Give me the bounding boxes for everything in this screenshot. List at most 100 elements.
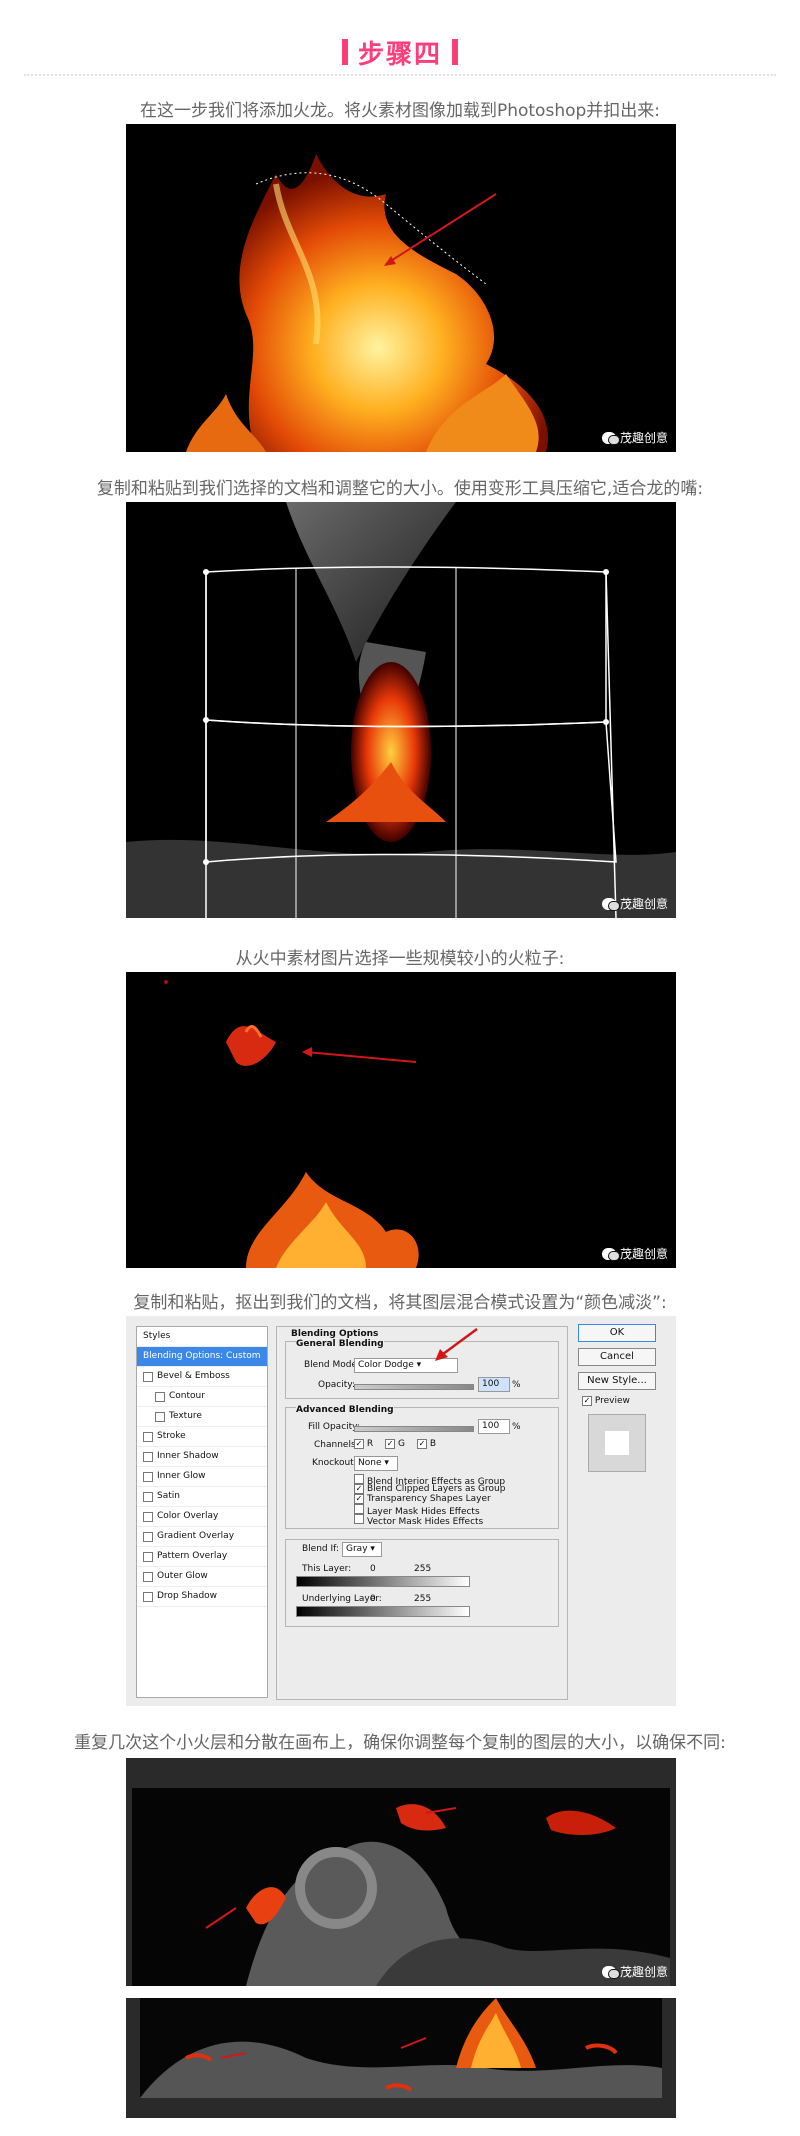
caption-1: 在这一步我们将添加火龙。将火素材图像加载到Photoshop并扣出来:: [139, 101, 661, 121]
general-blending-title: General Blending: [296, 1339, 384, 1349]
scattered-fire-illustration-1: [132, 1788, 670, 1986]
dotted-divider: [24, 74, 776, 76]
advanced-option-checkbox[interactable]: ✓ Blend Clipped Layers as Group: [354, 1484, 505, 1494]
channel-g-checkbox[interactable]: ✓ G: [385, 1439, 405, 1449]
annotation-arrow: [435, 1327, 478, 1361]
wechat-icon: [601, 897, 620, 911]
annotation-arrow: [305, 1051, 417, 1063]
blend-if-select[interactable]: Gray ▾: [342, 1542, 382, 1557]
style-item[interactable]: Blending Options: Custom: [137, 1347, 267, 1367]
advanced-option-label: Transparency Shapes Layer: [367, 1494, 491, 1504]
style-item-label: Color Overlay: [157, 1511, 219, 1521]
fill-opacity-input[interactable]: 100: [478, 1419, 510, 1434]
this-layer-label: This Layer:: [302, 1564, 352, 1574]
underlying-layer-gradient[interactable]: [296, 1606, 470, 1617]
blend-mode-label: Blend Mode:: [304, 1360, 361, 1370]
fire-particles-image: 茂趣创意: [126, 972, 676, 1268]
preview-checkbox[interactable]: ✓ Preview: [582, 1396, 630, 1406]
knockout-label: Knockout:: [312, 1458, 357, 1468]
opacity-label: Opacity:: [318, 1380, 355, 1390]
styles-header: Styles: [137, 1327, 267, 1347]
style-item-label: Inner Shadow: [157, 1451, 219, 1461]
blend-if-label: Blend If:: [302, 1544, 340, 1554]
style-checkbox[interactable]: [143, 1551, 153, 1562]
style-item[interactable]: Stroke: [137, 1427, 267, 1447]
style-item[interactable]: Color Overlay: [137, 1507, 267, 1527]
style-item-label: Contour: [169, 1391, 205, 1401]
accent-bar-left: [341, 39, 348, 65]
watermark: 茂趣创意: [601, 1245, 668, 1262]
opacity-slider[interactable]: [354, 1384, 474, 1390]
checkbox[interactable]: [354, 1514, 364, 1524]
wechat-icon: [601, 1965, 620, 1979]
opacity-input[interactable]: 100: [478, 1377, 510, 1392]
knockout-select[interactable]: None ▾: [354, 1456, 398, 1471]
checkbox[interactable]: [354, 1504, 364, 1514]
style-checkbox[interactable]: [143, 1571, 153, 1582]
style-item-label: Bevel & Emboss: [157, 1371, 230, 1381]
wechat-icon: [601, 1247, 620, 1261]
watermark: 茂趣创意: [601, 1963, 668, 1980]
channel-r-checkbox[interactable]: ✓ R: [354, 1439, 373, 1449]
advanced-option-label: Vector Mask Hides Effects: [367, 1517, 484, 1527]
style-item[interactable]: Drop Shadow: [137, 1587, 267, 1607]
style-checkbox[interactable]: [143, 1371, 153, 1382]
style-item[interactable]: Gradient Overlay: [137, 1527, 267, 1547]
style-item-label: Stroke: [157, 1431, 186, 1441]
style-item[interactable]: Contour: [137, 1387, 267, 1407]
style-checkbox[interactable]: [143, 1591, 153, 1602]
step-title: 步骤四: [357, 39, 442, 70]
channel-b-checkbox[interactable]: ✓ B: [417, 1439, 436, 1449]
style-checkbox[interactable]: [155, 1391, 165, 1402]
this-layer-gradient[interactable]: [296, 1576, 470, 1587]
style-checkbox[interactable]: [143, 1531, 153, 1542]
style-checkbox[interactable]: [155, 1411, 165, 1422]
advanced-checkbox-list: Blend Interior Effects as Group ✓ Blend Cl…: [354, 1474, 505, 1527]
advanced-blending-group: Advanced Blending Fill Opacity: 100 % Ch…: [285, 1405, 559, 1529]
scattered-fire-illustration-2: [140, 1998, 662, 2098]
new-style-button[interactable]: New Style...: [578, 1372, 656, 1390]
style-item[interactable]: Inner Shadow: [137, 1447, 267, 1467]
style-checkbox[interactable]: [143, 1471, 153, 1482]
style-item-label: Texture: [169, 1411, 202, 1421]
underlying-layer-min: 0: [370, 1594, 376, 1604]
style-checkbox[interactable]: [143, 1431, 153, 1442]
blending-panel: Blending Options General Blending Blend …: [276, 1326, 568, 1700]
layer-style-dialog: Styles Blending Options: Custom Bevel & E…: [126, 1316, 676, 1706]
channels-label: Channels:: [314, 1440, 359, 1450]
caption-2: 复制和粘贴到我们选择的文档和调整它的大小。使用变形工具压缩它,适合龙的嘴:: [96, 479, 704, 499]
style-item-label: Pattern Overlay: [157, 1551, 228, 1561]
cancel-button[interactable]: Cancel: [578, 1348, 656, 1366]
advanced-option-checkbox[interactable]: Blend Interior Effects as Group: [354, 1474, 505, 1487]
checkbox[interactable]: ✓: [354, 1484, 364, 1494]
advanced-blending-title: Advanced Blending: [296, 1405, 394, 1415]
ok-button[interactable]: OK: [578, 1324, 656, 1342]
style-item-label: Inner Glow: [157, 1471, 206, 1481]
preview-swatch: [588, 1414, 646, 1472]
advanced-option-checkbox[interactable]: Layer Mask Hides Effects: [354, 1504, 505, 1517]
advanced-option-checkbox[interactable]: Vector Mask Hides Effects: [354, 1514, 505, 1527]
scattered-fire-image-2: [126, 1998, 676, 2118]
style-item[interactable]: Inner Glow: [137, 1467, 267, 1487]
checkbox[interactable]: ✓: [354, 1494, 364, 1504]
accent-bar-right: [452, 39, 458, 65]
style-item[interactable]: Bevel & Emboss: [137, 1367, 267, 1387]
fill-opacity-label: Fill Opacity:: [308, 1422, 360, 1432]
style-item[interactable]: Outer Glow: [137, 1567, 267, 1587]
style-item[interactable]: Texture: [137, 1407, 267, 1427]
advanced-option-checkbox[interactable]: ✓ Transparency Shapes Layer: [354, 1494, 505, 1504]
style-item[interactable]: Satin: [137, 1487, 267, 1507]
style-checkbox[interactable]: [143, 1511, 153, 1522]
checkbox[interactable]: [354, 1474, 364, 1484]
style-item[interactable]: Pattern Overlay: [137, 1547, 267, 1567]
style-item-label: Satin: [157, 1491, 180, 1501]
style-checkbox[interactable]: [143, 1491, 153, 1502]
annotation-arrow: [385, 193, 497, 265]
caption-5: 重复几次这个小火层和分散在画布上，确保你调整每个复制的图层的大小，以确保不同:: [74, 1733, 726, 1753]
fill-opacity-slider[interactable]: [354, 1426, 474, 1432]
this-layer-min: 0: [370, 1564, 376, 1574]
style-item-label: Outer Glow: [157, 1571, 208, 1581]
advanced-option-label: Blend Clipped Layers as Group: [367, 1484, 506, 1494]
style-checkbox[interactable]: [143, 1451, 153, 1462]
scattered-fire-image-1: 茂趣创意: [126, 1758, 676, 1986]
